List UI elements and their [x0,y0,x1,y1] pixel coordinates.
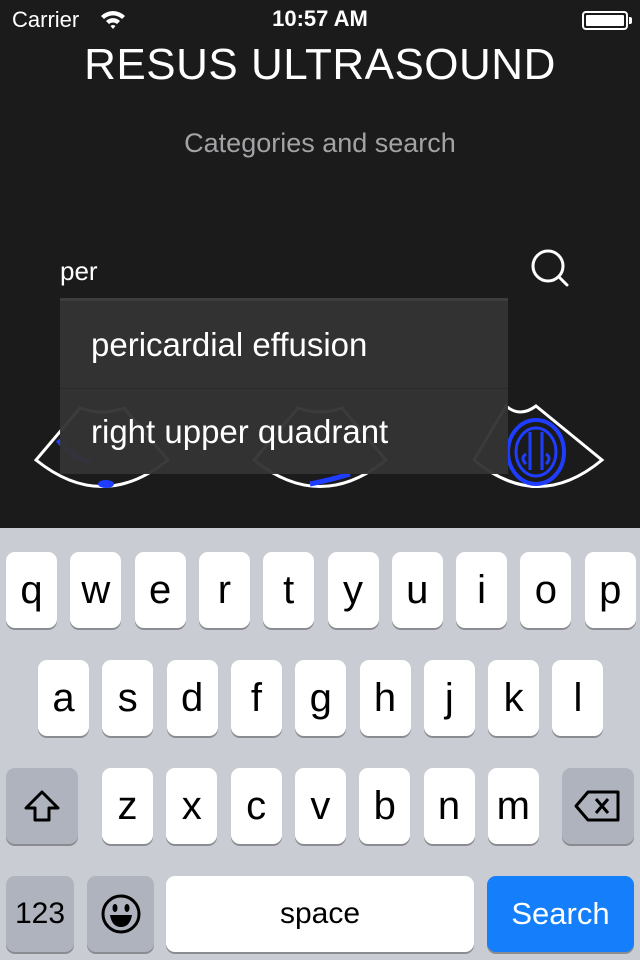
backspace-icon [574,790,620,822]
key-w[interactable]: w [70,552,122,628]
search-icon[interactable] [528,247,576,291]
key-k[interactable]: k [488,660,540,736]
keyboard: qwertyuiop asdfghjkl zxcvbnm 123 space S… [0,528,640,960]
key-l[interactable]: l [552,660,604,736]
shift-icon [24,790,60,822]
key-d[interactable]: d [166,660,218,736]
autocomplete-dropdown: pericardial effusion right upper quadran… [60,298,508,474]
key-o[interactable]: o [520,552,572,628]
key-i[interactable]: i [456,552,508,628]
key-y[interactable]: y [327,552,379,628]
search-input[interactable] [60,250,500,292]
status-bar: Carrier 10:57 AM [0,0,640,40]
space-key[interactable]: space [166,876,474,952]
key-a[interactable]: a [38,660,89,736]
battery-icon [582,11,632,30]
key-p[interactable]: p [584,552,636,628]
key-e[interactable]: e [134,552,186,628]
key-j[interactable]: j [423,660,475,736]
key-g[interactable]: g [295,660,347,736]
key-c[interactable]: c [230,768,282,844]
key-t[interactable]: t [263,552,315,628]
delete-key[interactable] [562,768,634,844]
key-s[interactable]: s [102,660,154,736]
key-q[interactable]: q [6,552,57,628]
key-h[interactable]: h [359,660,411,736]
key-r[interactable]: r [198,552,250,628]
shift-key[interactable] [6,768,78,844]
emoji-icon [101,894,140,934]
key-m[interactable]: m [487,768,539,844]
autocomplete-item[interactable]: pericardial effusion [60,301,508,388]
key-v[interactable]: v [294,768,346,844]
key-u[interactable]: u [391,552,443,628]
app-title: RESUS ULTRASOUND [84,40,556,89]
key-n[interactable]: n [423,768,475,844]
numbers-key[interactable]: 123 [6,876,74,952]
key-z[interactable]: z [102,768,153,844]
emoji-key[interactable] [87,876,154,952]
search-key[interactable]: Search [487,876,634,952]
autocomplete-item[interactable]: right upper quadrant [60,388,508,475]
key-b[interactable]: b [359,768,411,844]
key-f[interactable]: f [230,660,282,736]
key-x[interactable]: x [166,768,218,844]
clock: 10:57 AM [272,6,368,31]
page-subtitle: Categories and search [184,128,456,158]
